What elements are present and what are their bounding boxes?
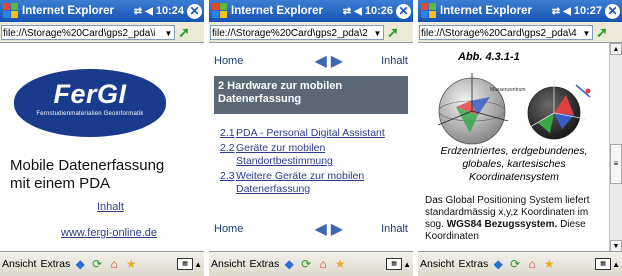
home-icon[interactable]: ⌂ (525, 257, 539, 271)
go-arrow-icon[interactable]: ➚ (593, 24, 611, 40)
clock[interactable]: 10:27 (574, 5, 602, 17)
favorites-icon[interactable]: ★ (542, 257, 556, 271)
keyboard-icon[interactable]: ▦ (386, 258, 403, 270)
command-bar: Ansicht Extras ◆ ⟳ ⌂ ★ ▦ ▲ (418, 251, 622, 276)
home-icon[interactable]: ⌂ (107, 257, 121, 271)
figure-label: Abb. 4.3.1-1 (458, 51, 520, 63)
chapter-heading: 2 Hardware zur mobilen Datenerfassung (214, 76, 408, 114)
prev-arrow-icon[interactable]: ◀ (314, 219, 326, 239)
address-bar: file://\Storage%20Card\gps2_pda\i ▼ ➚ (0, 22, 204, 43)
favorites-icon[interactable]: ★ (333, 257, 347, 271)
nav-home-link[interactable]: Home (214, 55, 314, 67)
next-arrow-icon[interactable]: ▶ (331, 51, 343, 71)
nav-home-link[interactable]: Home (214, 223, 314, 235)
speaker-icon[interactable]: ◀ (563, 6, 571, 17)
toc-item[interactable]: 2.2 Geräte zur mobilen Standortbestimmun… (220, 142, 406, 168)
title-bar: Internet Explorer ⇄ ◀ 10:26 ✕ (209, 0, 413, 22)
window-title: Internet Explorer (22, 5, 115, 17)
page-content: Home ◀ ▶ Inhalt 2 Hardware zur mobilen D… (209, 43, 413, 252)
close-icon[interactable]: ✕ (605, 3, 620, 19)
input-panel-arrow-icon[interactable]: ▲ (612, 260, 620, 269)
input-panel-arrow-icon[interactable]: ▲ (403, 260, 411, 269)
menu-view[interactable]: Ansicht (420, 258, 454, 270)
keyboard-icon[interactable]: ▦ (595, 258, 612, 270)
link-inhalt[interactable]: Inhalt (97, 201, 124, 213)
clock[interactable]: 10:26 (365, 5, 393, 17)
back-icon[interactable]: ◆ (73, 257, 87, 271)
windows-flag-icon[interactable] (3, 3, 19, 19)
paragraph-text: Das Global Positioning System liefert st… (425, 195, 590, 242)
home-icon[interactable]: ⌂ (316, 257, 330, 271)
address-input[interactable]: file://\Storage%20Card\gps2_pda\2 ▼ (210, 24, 384, 40)
windows-flag-icon[interactable] (421, 3, 437, 19)
keyboard-icon[interactable]: ▦ (177, 258, 194, 270)
refresh-icon[interactable]: ⟳ (508, 257, 522, 271)
toc-item[interactable]: 2.3 Weitere Geräte zur mobilen Datenerfa… (220, 170, 406, 196)
connectivity-icon[interactable]: ⇄ (552, 6, 560, 17)
connectivity-icon[interactable]: ⇄ (134, 6, 142, 17)
speaker-icon[interactable]: ◀ (145, 6, 153, 17)
menu-view[interactable]: Ansicht (211, 258, 245, 270)
favorites-icon[interactable]: ★ (124, 257, 138, 271)
link-website[interactable]: www.fergi-online.de (61, 227, 157, 239)
dropdown-icon[interactable]: ▼ (372, 25, 383, 39)
address-input[interactable]: file://\Storage%20Card\gps2_pda\4 ▼ (419, 24, 593, 40)
menu-extras[interactable]: Extras (249, 258, 279, 270)
prev-arrow-icon[interactable]: ◀ (314, 51, 326, 71)
scroll-area: Abb. 4.3.1-1 Massenzentrum Erdzentrierte… (418, 43, 610, 252)
page-content: Abb. 4.3.1-1 Massenzentrum Erdzentrierte… (418, 43, 622, 252)
refresh-icon[interactable]: ⟳ (299, 257, 313, 271)
close-icon[interactable]: ✕ (187, 3, 202, 19)
next-arrow-icon[interactable]: ▶ (331, 219, 343, 239)
back-icon[interactable]: ◆ (491, 257, 505, 271)
window-title: Internet Explorer (231, 5, 324, 17)
dropdown-icon[interactable]: ▼ (581, 25, 592, 39)
address-bar: file://\Storage%20Card\gps2_pda\2 ▼ ➚ (209, 22, 413, 43)
globe-label: Massenzentrum (490, 87, 526, 93)
scroll-up-icon[interactable]: ▲ (610, 43, 622, 55)
input-panel-arrow-icon[interactable]: ▲ (194, 260, 202, 269)
ie-window-start: Internet Explorer ⇄ ◀ 10:24 ✕ file://\St… (0, 0, 204, 276)
page-content: FerGI Fernstudienmaterialien Geoinformat… (0, 43, 204, 252)
dropdown-icon[interactable]: ▼ (163, 25, 174, 39)
window-title: Internet Explorer (440, 5, 533, 17)
menu-extras[interactable]: Extras (458, 258, 488, 270)
connectivity-icon[interactable]: ⇄ (343, 6, 351, 17)
top-navigation: Home ◀ ▶ Inhalt (214, 51, 408, 71)
address-input[interactable]: file://\Storage%20Card\gps2_pda\i ▼ (1, 24, 175, 40)
title-bar: Internet Explorer ⇄ ◀ 10:24 ✕ (0, 0, 204, 22)
nav-inhalt-link[interactable]: Inhalt (381, 223, 408, 235)
vertical-scrollbar[interactable]: ▲ ≡ ▼ (609, 43, 622, 252)
clock[interactable]: 10:24 (156, 5, 184, 17)
close-icon[interactable]: ✕ (396, 3, 411, 19)
toc-item[interactable]: 2.1 PDA - Personal Digital Assistant (220, 127, 406, 140)
command-bar: Ansicht Extras ◆ ⟳ ⌂ ★ ▦ ▲ (0, 251, 204, 276)
ie-window-chapter: Internet Explorer ⇄ ◀ 10:26 ✕ file://\St… (209, 0, 413, 276)
scroll-thumb[interactable]: ≡ (610, 144, 622, 184)
logo-subtitle: Fernstudienmaterialien Geoinformatik (36, 111, 144, 117)
logo-text: FerGI (53, 79, 127, 109)
windows-flag-icon[interactable] (212, 3, 228, 19)
title-bar: Internet Explorer ⇄ ◀ 10:27 ✕ (418, 0, 622, 22)
menu-view[interactable]: Ansicht (2, 258, 36, 270)
menu-extras[interactable]: Extras (40, 258, 70, 270)
fergi-logo: FerGI Fernstudienmaterialien Geoinformat… (14, 69, 166, 137)
go-arrow-icon[interactable]: ➚ (175, 24, 193, 40)
coordinate-system-figure: Massenzentrum (437, 73, 591, 145)
address-bar: file://\Storage%20Card\gps2_pda\4 ▼ ➚ (418, 22, 622, 43)
nav-inhalt-link[interactable]: Inhalt (381, 55, 408, 67)
table-of-contents: 2.1 PDA - Personal Digital Assistant 2.2… (220, 127, 406, 196)
back-icon[interactable]: ◆ (282, 257, 296, 271)
page-heading: Mobile Datenerfassung mit einem PDA (10, 157, 165, 192)
ie-window-figure: Internet Explorer ⇄ ◀ 10:27 ✕ file://\St… (418, 0, 622, 276)
command-bar: Ansicht Extras ◆ ⟳ ⌂ ★ ▦ ▲ (209, 251, 413, 276)
speaker-icon[interactable]: ◀ (354, 6, 362, 17)
figure-caption: Erdzentriertes, erdgebundenes, globales,… (440, 145, 588, 183)
go-arrow-icon[interactable]: ➚ (384, 24, 402, 40)
bottom-navigation: Home ◀ ▶ Inhalt (214, 219, 408, 239)
refresh-icon[interactable]: ⟳ (90, 257, 104, 271)
